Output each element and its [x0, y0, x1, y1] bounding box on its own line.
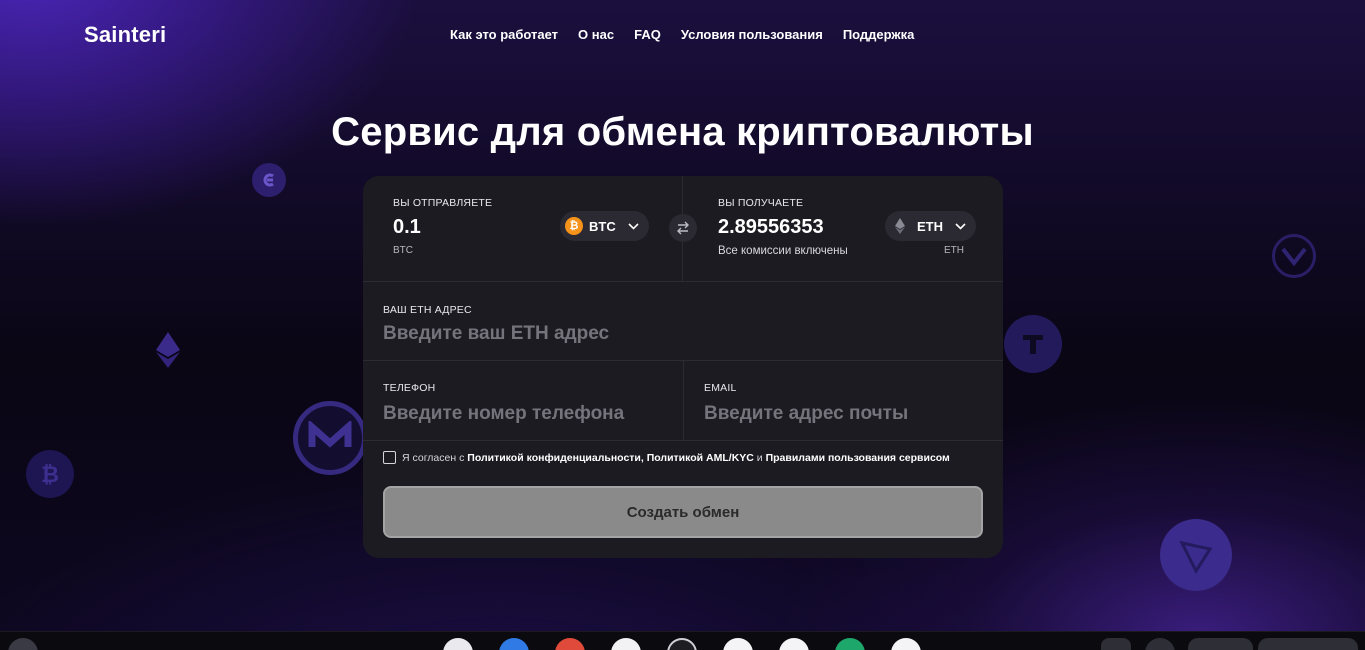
swap-arrows-icon: [675, 221, 691, 235]
nav-support[interactable]: Поддержка: [843, 27, 915, 42]
terms-link[interactable]: Правилами пользования сервисом: [766, 452, 950, 464]
aml-kyc-link[interactable]: Политикой AML/KYC: [647, 452, 754, 464]
app-icon[interactable]: [891, 638, 921, 650]
files-icon[interactable]: [499, 638, 529, 650]
agreement-checkbox[interactable]: [383, 451, 396, 464]
status-area[interactable]: [1258, 638, 1358, 650]
send-coin-select[interactable]: ₿ BTC: [560, 211, 649, 241]
launcher-icon[interactable]: [8, 638, 38, 650]
fees-included-note: Все комиссии включены: [718, 245, 848, 257]
receive-unit: ETH: [944, 245, 964, 256]
create-exchange-button[interactable]: Создать обмен: [383, 486, 983, 538]
ethereum-icon: [893, 217, 907, 235]
agreement-text: Я согласен с Политикой конфиденциальност…: [402, 452, 950, 464]
send-coin-label: BTC: [589, 218, 616, 234]
send-amount-input[interactable]: 0.1: [393, 216, 421, 239]
nav-about[interactable]: О нас: [578, 27, 614, 42]
svg-text:₿: ₿: [41, 463, 59, 487]
nav-how-it-works[interactable]: Как это работает: [450, 27, 558, 42]
os-taskbar: [0, 631, 1365, 650]
divider: [363, 440, 1003, 441]
agreement-prefix: Я согласен с: [402, 451, 465, 464]
tether-deco-icon: [1004, 315, 1062, 373]
send-label: ВЫ ОТПРАВЛЯЕТЕ: [393, 197, 493, 209]
app-icon[interactable]: [667, 638, 697, 650]
top-navbar: Sainteri Как это работает О нас FAQ Усло…: [0, 0, 1365, 70]
email-label: EMAIL: [704, 382, 737, 394]
exchange-amounts-row: ВЫ ОТПРАВЛЯЕТЕ 0.1 BTC ₿ BTC ВЫ ПОЛУЧАЕТ…: [363, 176, 1003, 282]
nav-faq[interactable]: FAQ: [634, 27, 661, 42]
app-icon[interactable]: [1145, 638, 1175, 650]
exchange-form: ВЫ ОТПРАВЛЯЕТЕ 0.1 BTC ₿ BTC ВЫ ПОЛУЧАЕТ…: [363, 176, 1003, 558]
agreement-row: Я согласен с Политикой конфиденциальност…: [383, 451, 950, 464]
receive-coin-label: ETH: [917, 218, 943, 234]
phone-input[interactable]: [383, 400, 673, 428]
chevron-down-icon: [955, 222, 966, 230]
address-label: ВАШ ETH АДРЕС: [383, 304, 472, 316]
bitcoin-icon: ₿: [565, 217, 583, 235]
tray-area[interactable]: [1188, 638, 1253, 650]
ethereum-deco-icon: [152, 330, 184, 370]
chrome-icon[interactable]: [555, 638, 585, 650]
chevron-down-icon: [628, 222, 639, 230]
app-icon[interactable]: [835, 638, 865, 650]
docs-icon[interactable]: [779, 638, 809, 650]
receive-coin-select[interactable]: ETH: [885, 211, 976, 241]
receive-amount: 2.89556353: [718, 216, 824, 238]
bitcoin-deco-icon: ₿: [26, 450, 74, 498]
coin-s-icon: [252, 163, 286, 197]
app-icon[interactable]: [611, 638, 641, 650]
send-unit: BTC: [393, 245, 413, 256]
phone-label: ТЕЛЕФОН: [383, 382, 436, 394]
nexo-deco-icon: [1272, 234, 1316, 278]
privacy-policy-link[interactable]: Политикой конфиденциальности,: [467, 452, 644, 464]
send-panel: ВЫ ОТПРАВЛЯЕТЕ 0.1 BTC ₿ BTC: [363, 176, 683, 281]
gmail-icon[interactable]: [723, 638, 753, 650]
app-icon[interactable]: [1101, 638, 1131, 650]
monero-deco-icon: [293, 401, 367, 475]
eth-address-input[interactable]: [383, 320, 983, 348]
page-title: Сервис для обмена криптовалюты: [331, 110, 1034, 154]
swap-direction-button[interactable]: [669, 214, 697, 242]
email-input[interactable]: [704, 400, 984, 428]
agreement-conj: и: [756, 451, 763, 464]
nav-terms[interactable]: Условия пользования: [681, 27, 823, 42]
tron-deco-icon: [1160, 519, 1232, 591]
receive-panel: ВЫ ПОЛУЧАЕТЕ 2.89556353 Все комиссии вкл…: [683, 176, 1003, 281]
divider: [683, 361, 684, 440]
receive-label: ВЫ ПОЛУЧАЕТЕ: [718, 197, 804, 209]
app-icon[interactable]: [443, 638, 473, 650]
brand-logo[interactable]: Sainteri: [84, 22, 166, 48]
main-menu: Как это работает О нас FAQ Условия польз…: [450, 27, 914, 42]
